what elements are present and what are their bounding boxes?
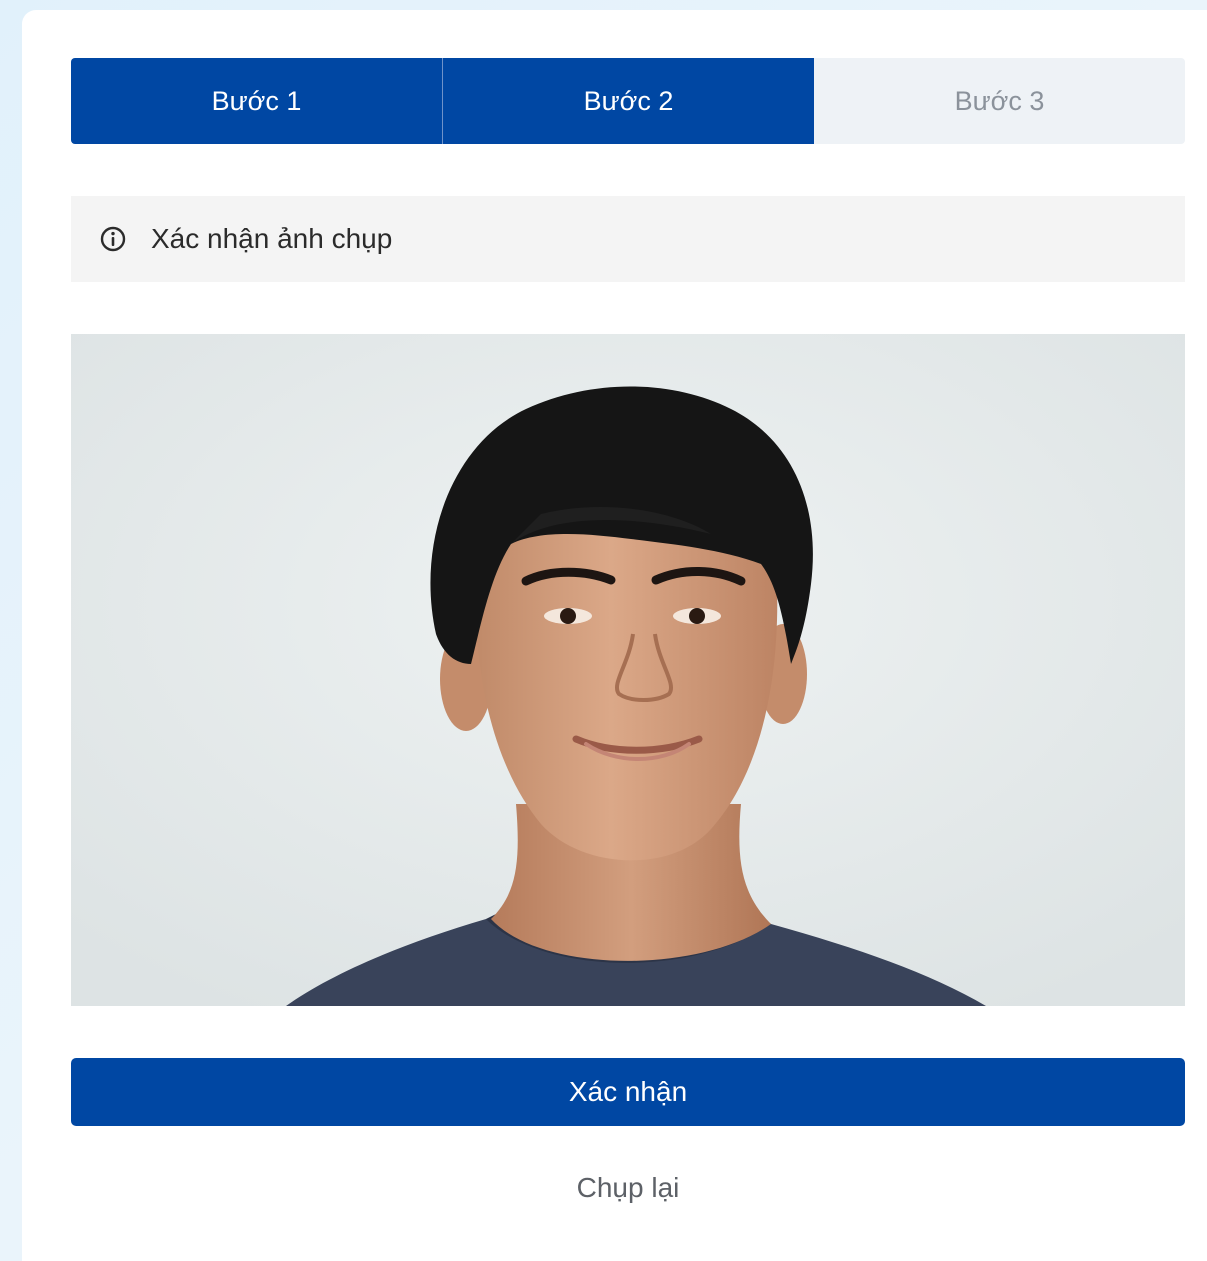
step-3-label: Bước 3 [954,85,1045,116]
captured-photo [71,334,1185,1006]
step-2[interactable]: Bước 2 [442,58,814,144]
step-1-label: Bước 1 [211,85,302,116]
retake-photo-button[interactable]: Chụp lại [71,1160,1185,1216]
step-3[interactable]: Bước 3 [814,58,1185,144]
confirm-button[interactable]: Xác nhận [71,1058,1185,1126]
step-1[interactable]: Bước 1 [71,58,442,144]
notice-text: Xác nhận ảnh chụp [151,223,393,254]
stepper: Bước 1 Bước 2 Bước 3 [71,58,1185,144]
step-2-label: Bước 2 [583,85,674,116]
photo-confirm-notice: Xác nhận ảnh chụp [71,196,1185,282]
verification-card: Bước 1 Bước 2 Bước 3 Xác nhận ảnh chụp X… [22,10,1207,1261]
info-icon [97,223,129,255]
